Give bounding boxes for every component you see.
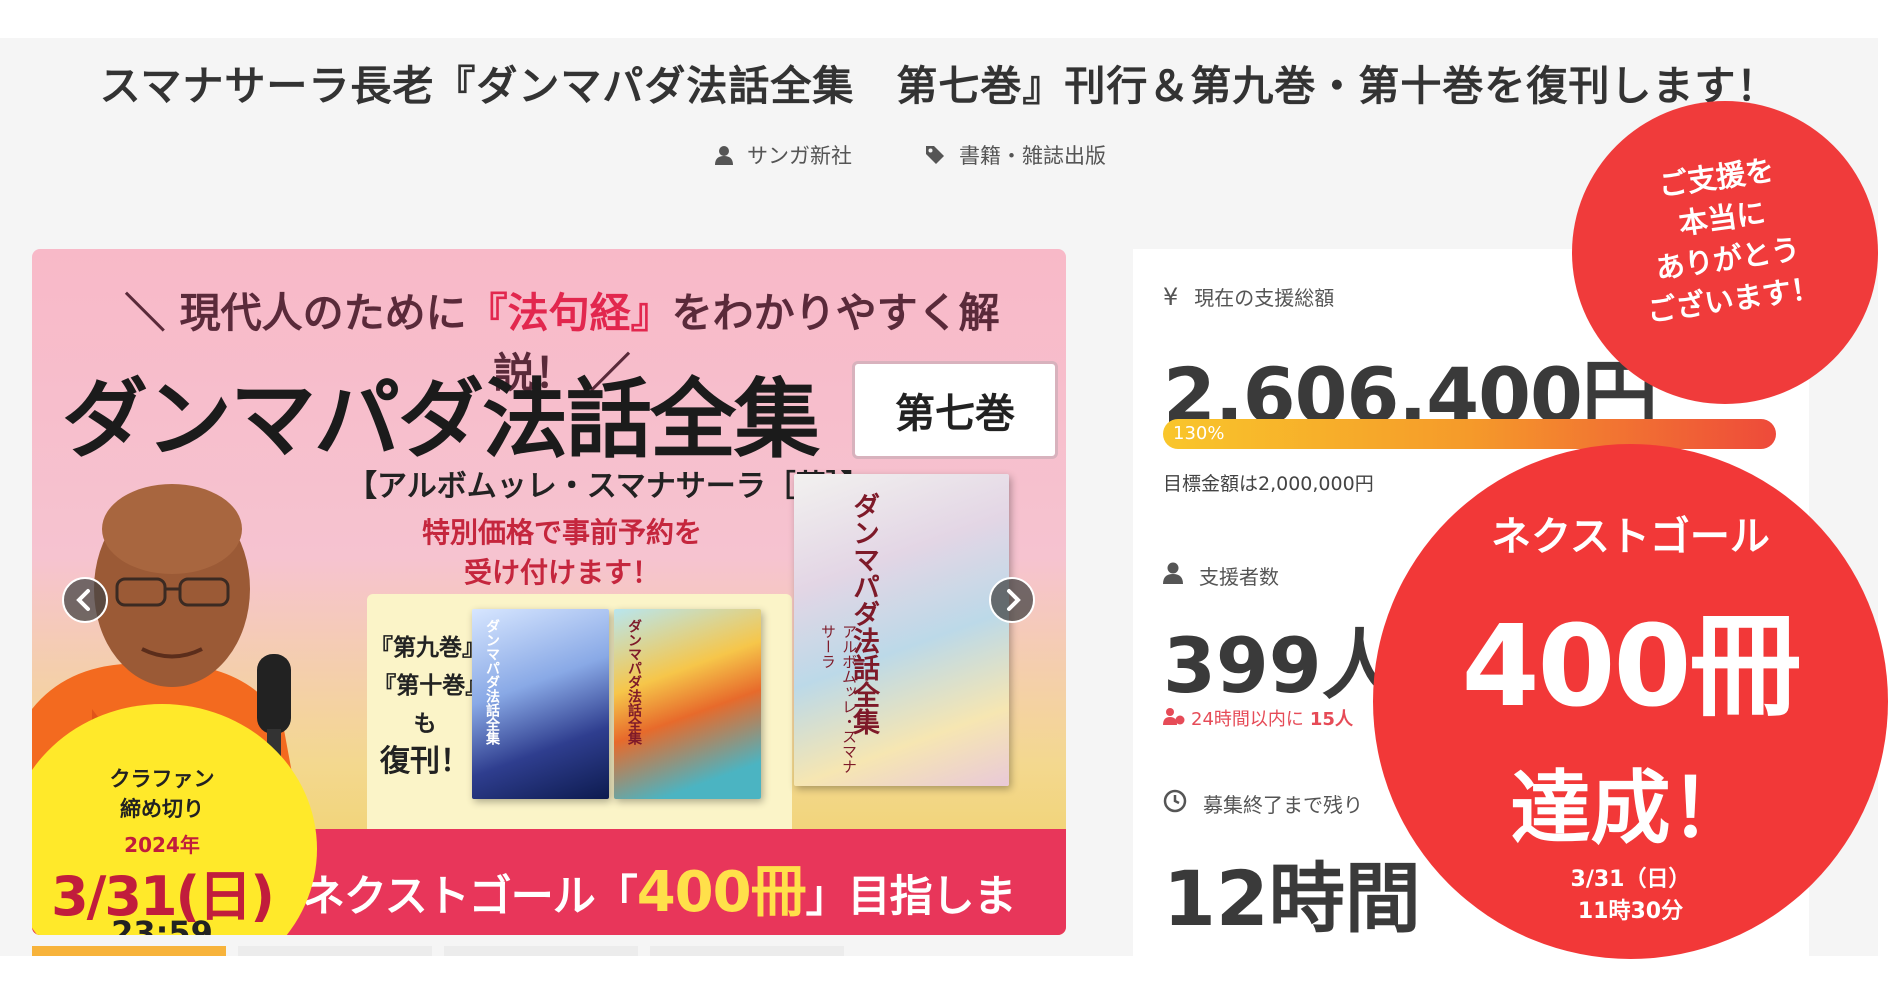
deadline-line-1: クラファン: [109, 767, 215, 791]
next-goal-achieved: 達成！: [1510, 762, 1751, 855]
carousel-thumb[interactable]: [238, 946, 432, 956]
banner-offer: 特別価格で事前予約を 受け付けます！: [362, 513, 762, 593]
category-name[interactable]: 書籍・雑誌出版: [959, 140, 1106, 170]
next-goal-label: ネクストゴール: [1491, 514, 1770, 560]
carousel-thumbnails: [32, 946, 844, 956]
carousel-thumb[interactable]: [650, 946, 844, 956]
user-icon: [1163, 562, 1183, 589]
project-banner[interactable]: ＼ 現代人のために『法句経』をわかりやすく解説！ ／ ダンマパダ法話全集 第七巻…: [32, 249, 1066, 935]
book-cover-title: ダンマパダ法話全集: [484, 619, 500, 745]
reprint-line-2: 『第十巻』も: [373, 672, 477, 737]
next-goal-badge: ネクストゴール 400冊 達成！ 3/31（日） 11時30分: [1373, 444, 1888, 959]
deadline-label: クラファン 締め切り: [32, 764, 317, 824]
yen-icon: ¥: [1163, 282, 1179, 311]
tagline-highlight: 『法句経』: [466, 289, 672, 337]
book-cover-vol7: ダンマパダ法話全集 アルボムッレ・スマナサーラ: [794, 474, 1009, 786]
progress-bar: 130%: [1163, 419, 1776, 449]
chevron-right-icon: [1007, 589, 1021, 611]
user-icon: [715, 145, 733, 165]
clock-icon: [1163, 789, 1187, 818]
project-category[interactable]: 書籍・雑誌出版: [925, 140, 1106, 170]
carousel-next-button[interactable]: [989, 577, 1035, 623]
author-name[interactable]: サンガ新社: [747, 140, 852, 170]
deadline-time: 23:59: [111, 914, 213, 935]
recent-num: 15人: [1309, 709, 1353, 730]
project-author[interactable]: サンガ新社: [715, 140, 852, 170]
backers-label-text: 支援者数: [1199, 565, 1279, 589]
backers-value: 399人: [1163, 621, 1398, 710]
goal-amount: 目標金額は2,000,000円: [1163, 473, 1374, 495]
reprint-note: 『第九巻』 『第十巻』も 復刊！: [370, 629, 485, 781]
next-goal-date-line-2: 11時30分: [1577, 899, 1684, 924]
amount-label: ¥ 現在の支援総額: [1163, 282, 1334, 311]
tag-icon: [925, 145, 945, 165]
amount-label-text: 現在の支援総額: [1194, 286, 1335, 310]
progress-text: 130%: [1173, 423, 1225, 444]
next-goal-date: 3/31（日） 11時30分: [1373, 864, 1888, 928]
carousel-thumb[interactable]: [444, 946, 638, 956]
backers-label: 支援者数: [1163, 561, 1279, 590]
users-recent-icon: [1163, 707, 1185, 730]
banner-title: ダンマパダ法話全集: [62, 369, 820, 470]
next-goal-date-line-1: 3/31（日）: [1570, 867, 1691, 892]
offer-line-2: 受け付けます！: [463, 556, 660, 589]
deadline-line-2: 締め切り: [120, 797, 204, 821]
bottom-pre: ネクストゴール「: [302, 872, 638, 922]
chevron-left-icon: [76, 589, 90, 611]
book-cover-author: アルボムッレ・スマナサーラ: [819, 624, 858, 774]
next-goal-number: 400冊: [1461, 602, 1802, 732]
carousel-thumb[interactable]: [32, 946, 226, 956]
banner-author: 【アルボムッレ・スマナサーラ［著］】: [347, 469, 871, 504]
book-cover-title: ダンマパダ法話全集: [626, 619, 642, 745]
offer-line-1: 特別価格で事前予約を: [421, 516, 702, 549]
recent-pre: 24時間以内に: [1191, 709, 1304, 730]
recent-backers: 24時間以内に 15人: [1163, 705, 1353, 731]
reprint-line-3: 復刊！: [380, 744, 470, 779]
book-cover-vol10: ダンマパダ法話全集: [614, 609, 761, 799]
book-cover-vol9: ダンマパダ法話全集: [472, 609, 609, 799]
thanks-text: ご支援を 本当に ありがとう ございます！: [1562, 137, 1888, 342]
remaining-label: 募集終了まで残り: [1163, 789, 1363, 818]
tagline-pre: ＼ 現代人のために: [124, 289, 467, 337]
thanks-badge: ご支援を 本当に ありがとう ございます！: [1572, 101, 1878, 404]
bottom-num: 400冊: [636, 860, 807, 925]
banner-next-goal: ネクストゴール「400冊」目指します！: [302, 847, 1066, 935]
reprint-line-1: 『第九巻』: [370, 634, 485, 661]
project-title: スマナサーラ長老『ダンマパダ法話全集 第七巻』刊行＆第九巻・第十巻を復刊します！: [99, 62, 1779, 110]
remaining-label-text: 募集終了まで残り: [1203, 793, 1363, 817]
banner-volume: 第七巻: [852, 361, 1058, 459]
carousel-prev-button[interactable]: [62, 577, 108, 623]
